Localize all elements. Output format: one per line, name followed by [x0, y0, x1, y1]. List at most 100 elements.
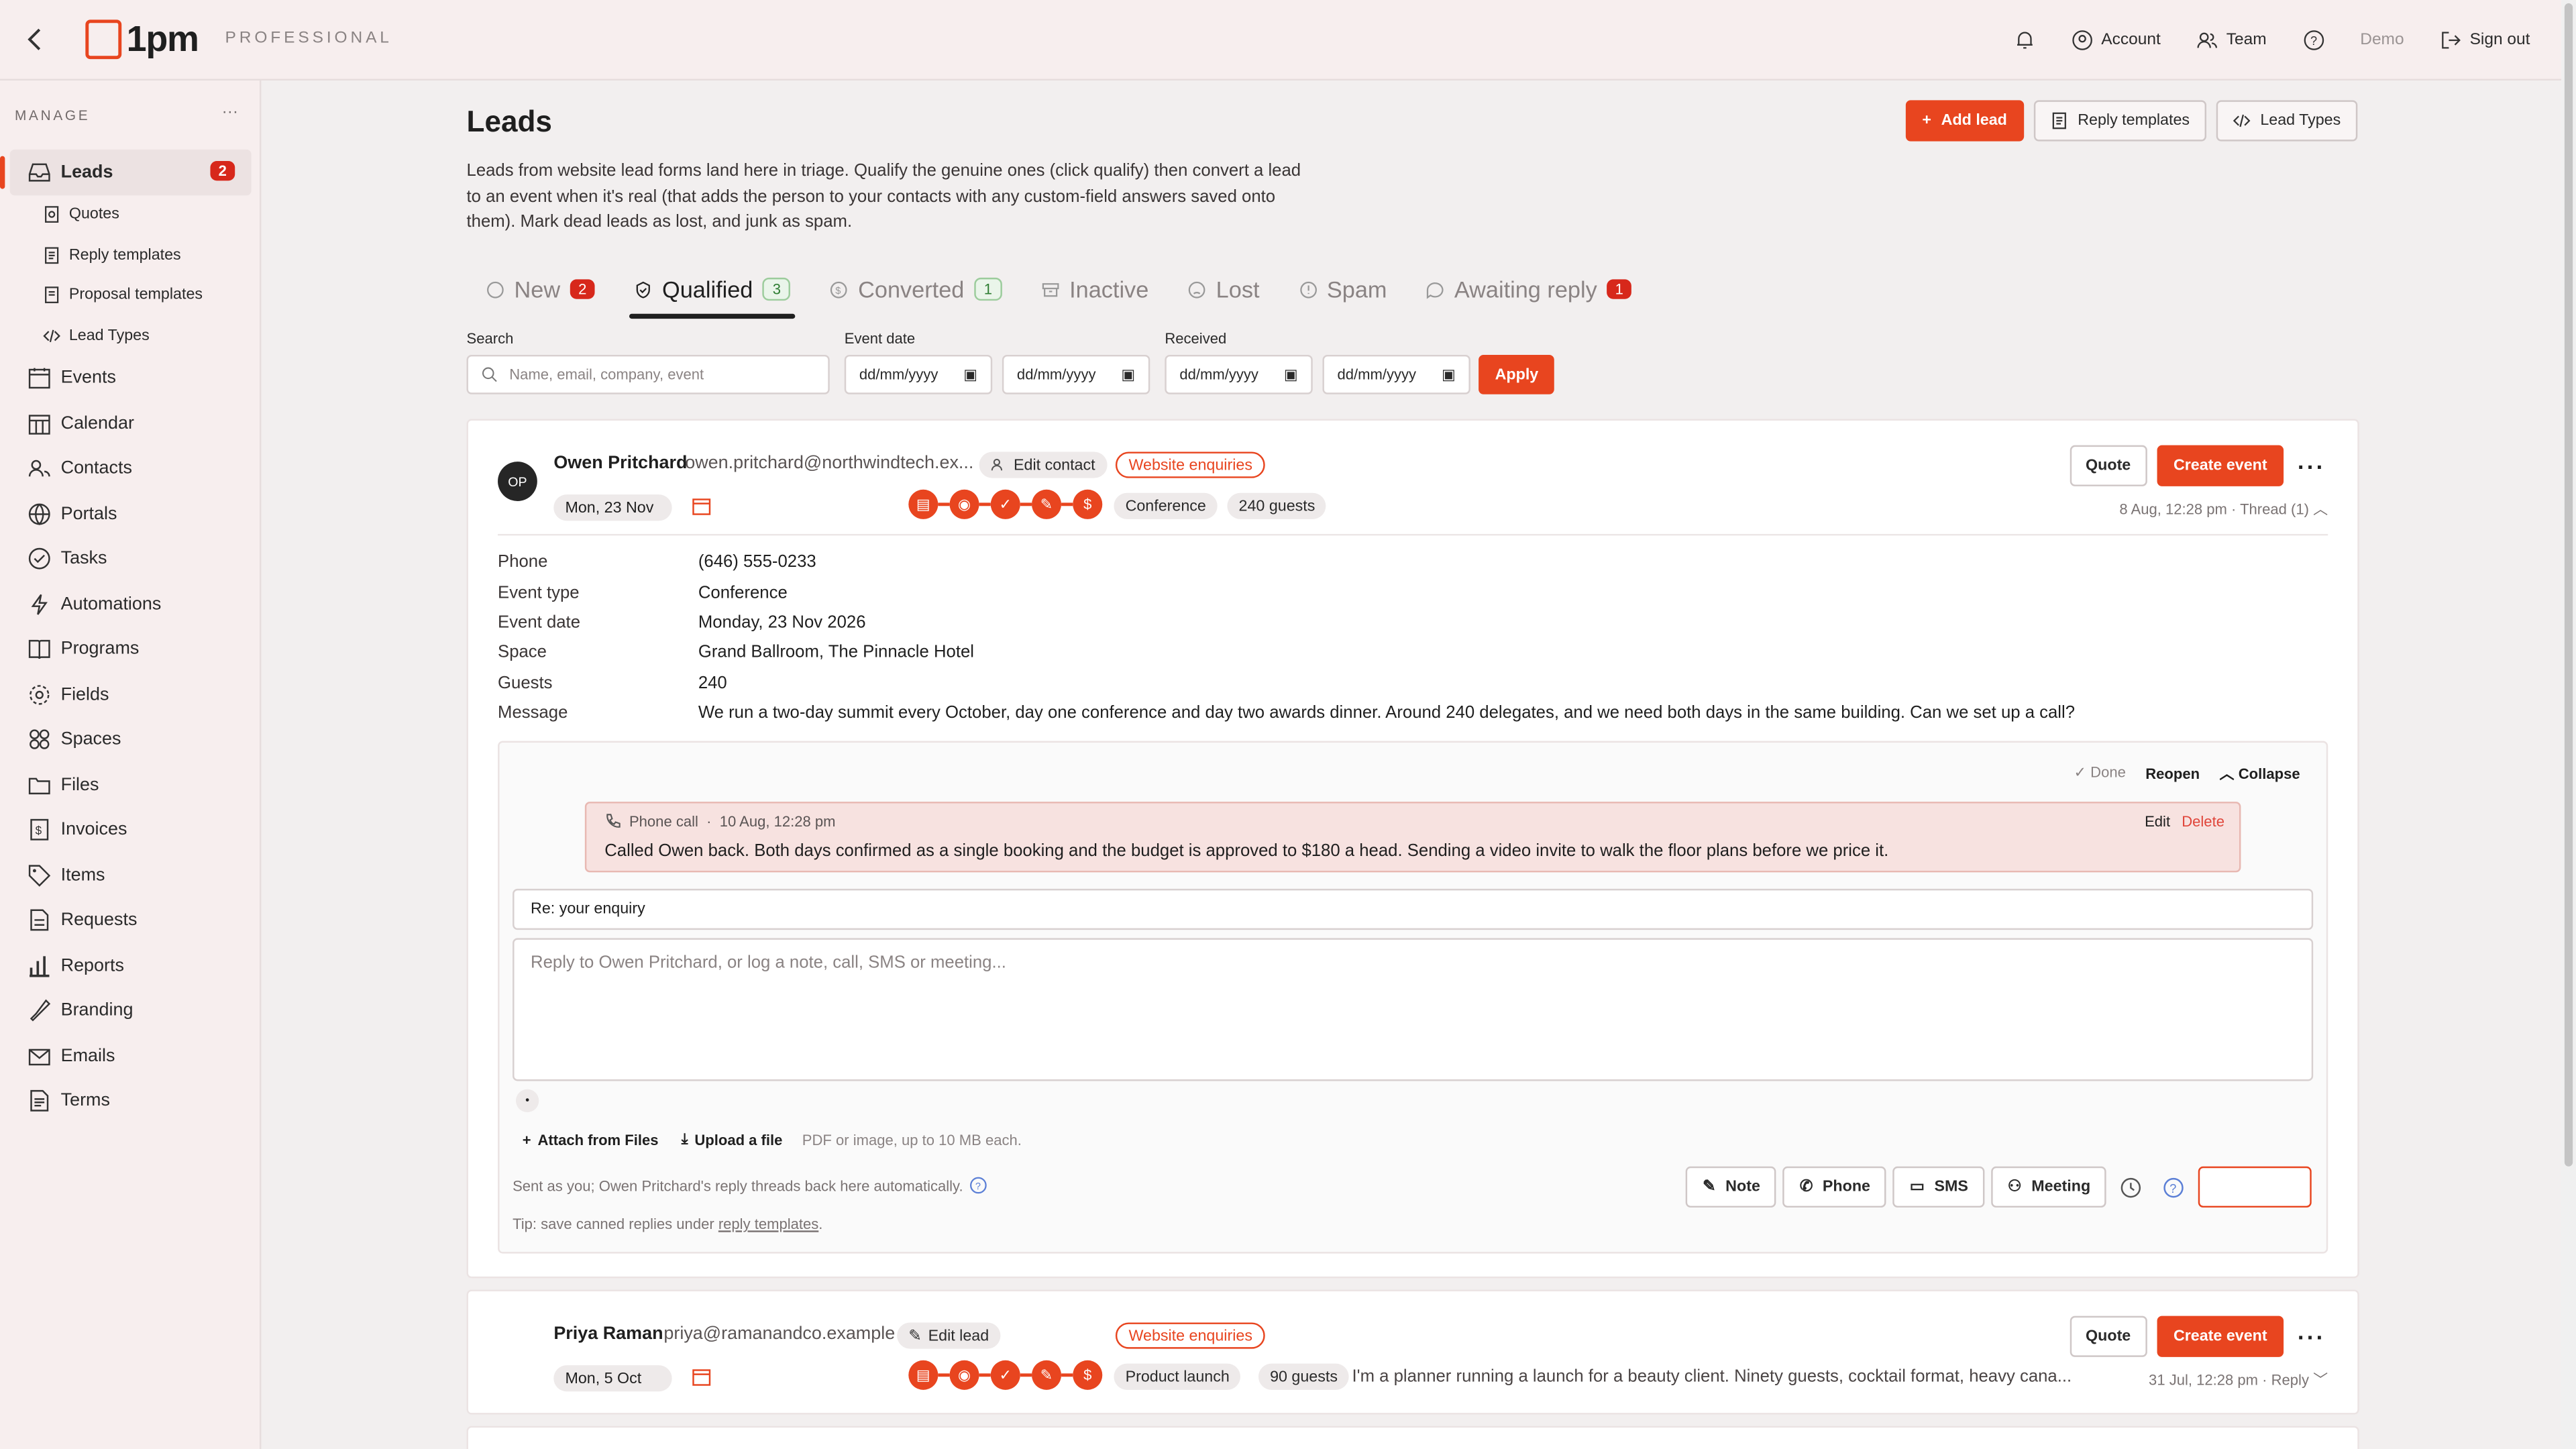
- sidebar-item-label: Proposal templates: [68, 286, 203, 305]
- tab-inactive[interactable]: Inactive: [1041, 266, 1148, 313]
- formatting-toggle[interactable]: •: [515, 1089, 539, 1112]
- document-stage-icon[interactable]: ▤: [908, 1360, 938, 1390]
- done-label: Done: [2090, 763, 2126, 781]
- received-meta[interactable]: 8 Aug, 12:28 pm · Thread (1) ︿: [2119, 498, 2328, 519]
- sidebar-item-invoices[interactable]: $ Invoices: [0, 808, 261, 853]
- event-date-chip[interactable]: Mon, 5 Oct: [553, 1365, 672, 1392]
- edit-stage-icon[interactable]: ✎: [1031, 1360, 1062, 1390]
- sidebar-item-requests[interactable]: Requests: [0, 898, 261, 943]
- event-date-to-input[interactable]: dd/mm/yyyy ▣: [1002, 354, 1150, 394]
- sidebar-item-terms[interactable]: Terms: [0, 1079, 261, 1124]
- tab-converted[interactable]: $ Converted 1: [830, 266, 1002, 313]
- reply-templates-button[interactable]: Reply templates: [2033, 100, 2206, 142]
- sidebar-item-quotes[interactable]: Quotes: [0, 195, 261, 235]
- delete-entry-button[interactable]: Delete: [2182, 813, 2224, 829]
- sidebar-item-tasks[interactable]: Tasks: [0, 537, 261, 582]
- log-phone-button[interactable]: ✆ Phone: [1783, 1166, 1887, 1208]
- upload-file-button[interactable]: ⤓ Upload a file: [682, 1130, 783, 1148]
- demo-link[interactable]: Demo: [2360, 32, 2404, 50]
- tab-label: Inactive: [1069, 276, 1149, 303]
- edit-lead-button[interactable]: ✎ Edit lead: [897, 1322, 1001, 1349]
- sidebar-item-spaces[interactable]: Spaces: [0, 717, 261, 762]
- calendar-icon[interactable]: [692, 496, 711, 516]
- sidebar-item-proposal-templates[interactable]: Proposal templates: [0, 275, 261, 315]
- log-sms-button[interactable]: ▭ SMS: [1893, 1166, 1985, 1208]
- eye-stage-icon[interactable]: ◉: [949, 489, 979, 519]
- received-to-input[interactable]: dd/mm/yyyy ▣: [1322, 354, 1470, 394]
- notifications-bell[interactable]: [2015, 30, 2036, 51]
- schedule-clock-icon[interactable]: [2120, 1175, 2143, 1198]
- log-note-button[interactable]: ✎ Note: [1686, 1166, 1777, 1208]
- check-stage-icon[interactable]: ✓: [990, 1360, 1020, 1390]
- team-link[interactable]: Team: [2197, 30, 2267, 51]
- more-options-icon[interactable]: ···: [2294, 453, 2330, 479]
- sidebar-item-reports[interactable]: Reports: [0, 943, 261, 988]
- lead-stage-tracker: ▤ ◉ ✓ ✎ $: [908, 1360, 1103, 1390]
- eye-stage-icon[interactable]: ◉: [949, 1360, 979, 1390]
- sidebar-item-files[interactable]: Files: [0, 762, 261, 807]
- tab-lost[interactable]: Lost: [1188, 266, 1260, 313]
- subject-field[interactable]: Re: your enquiry: [513, 888, 2314, 930]
- collapse-button[interactable]: ︿ Collapse: [2219, 762, 2300, 784]
- svg-text:?: ?: [2170, 1181, 2177, 1195]
- sidebar-item-programs[interactable]: Programs: [0, 627, 261, 672]
- quote-button[interactable]: Quote: [2069, 445, 2147, 486]
- tab-spam[interactable]: Spam: [1299, 266, 1387, 313]
- attach-label: Attach from Files: [537, 1131, 659, 1148]
- back-arrow-icon[interactable]: [23, 26, 49, 52]
- event-date-chip[interactable]: Mon, 23 Nov: [553, 494, 672, 521]
- tab-qualified[interactable]: Qualified 3: [629, 266, 796, 319]
- reopen-button[interactable]: Reopen: [2145, 765, 2200, 781]
- tab-awaiting-reply[interactable]: Awaiting reply 1: [1426, 266, 1632, 313]
- log-meeting-button[interactable]: ⚇ Meeting: [1991, 1166, 2107, 1208]
- sidebar-item-calendar[interactable]: Calendar: [0, 401, 261, 446]
- page-scrollbar[interactable]: [2561, 0, 2576, 1449]
- scrollbar-thumb[interactable]: [2564, 3, 2573, 1167]
- quote-button[interactable]: Quote: [2069, 1316, 2147, 1357]
- received-from-input[interactable]: dd/mm/yyyy ▣: [1165, 354, 1313, 394]
- sidebar-item-lead-types[interactable]: Lead Types: [0, 315, 261, 356]
- lead-details: Phone (646) 555-0233 Event type Conference…: [498, 547, 2075, 729]
- edit-stage-icon[interactable]: ✎: [1031, 489, 1062, 519]
- help-link[interactable]: ?: [2303, 30, 2324, 51]
- attach-from-files-button[interactable]: + Attach from Files: [523, 1131, 659, 1147]
- create-event-button[interactable]: Create event: [2157, 1316, 2284, 1357]
- sidebar-item-automations[interactable]: Automations: [0, 582, 261, 627]
- dollar-stage-icon[interactable]: $: [1073, 489, 1103, 519]
- sidebar-item-emails[interactable]: Emails: [0, 1033, 261, 1078]
- apply-filters-button[interactable]: Apply: [1479, 354, 1555, 394]
- calendar-icon[interactable]: [692, 1367, 711, 1387]
- help-icon[interactable]: ?: [969, 1176, 987, 1194]
- event-date-from-input[interactable]: dd/mm/yyyy ▣: [844, 354, 993, 394]
- sidebar-more-button[interactable]: ···: [222, 103, 238, 121]
- more-options-icon[interactable]: ···: [2294, 1324, 2330, 1350]
- check-stage-icon[interactable]: ✓: [990, 489, 1020, 519]
- tab-new[interactable]: New 2: [486, 266, 595, 313]
- sidebar-item-events[interactable]: Events: [0, 356, 261, 400]
- app-logo[interactable]: 1pm: [85, 18, 199, 61]
- sidebar-item-reply-templates[interactable]: Reply templates: [0, 235, 261, 275]
- reply-textarea[interactable]: Reply to Owen Pritchard, or log a note, …: [513, 938, 2314, 1081]
- sign-out-label: Sign out: [2469, 31, 2530, 50]
- sidebar-item-items[interactable]: Items: [0, 853, 261, 898]
- received-meta[interactable]: 31 Jul, 12:28 pm · Reply ﹀: [2149, 1368, 2328, 1390]
- sidebar-item-leads[interactable]: Leads 2: [0, 149, 252, 195]
- done-button[interactable]: ✓ Done: [2074, 764, 2126, 782]
- add-lead-button[interactable]: + Add lead: [1905, 100, 2024, 142]
- dollar-stage-icon[interactable]: $: [1073, 1360, 1103, 1390]
- sidebar-item-fields[interactable]: Fields: [0, 672, 261, 717]
- send-reply-button[interactable]: Send reply: [2198, 1166, 2312, 1208]
- sign-out-link[interactable]: Sign out: [2440, 30, 2530, 51]
- sidebar-item-portals[interactable]: Portals: [0, 491, 261, 536]
- sidebar-item-contacts[interactable]: Contacts: [0, 446, 261, 491]
- help-icon[interactable]: ?: [2163, 1175, 2186, 1198]
- create-event-button[interactable]: Create event: [2157, 445, 2284, 486]
- sidebar-item-branding[interactable]: Branding: [0, 988, 261, 1033]
- lead-types-button[interactable]: Lead Types: [2216, 100, 2357, 142]
- edit-entry-button[interactable]: Edit: [2145, 813, 2170, 829]
- account-link[interactable]: Account: [2072, 30, 2161, 51]
- document-stage-icon[interactable]: ▤: [908, 489, 938, 519]
- reply-templates-link[interactable]: reply templates: [718, 1216, 818, 1232]
- edit-contact-button[interactable]: Edit contact: [979, 451, 1107, 478]
- search-input[interactable]: Name, email, company, event: [466, 354, 830, 394]
